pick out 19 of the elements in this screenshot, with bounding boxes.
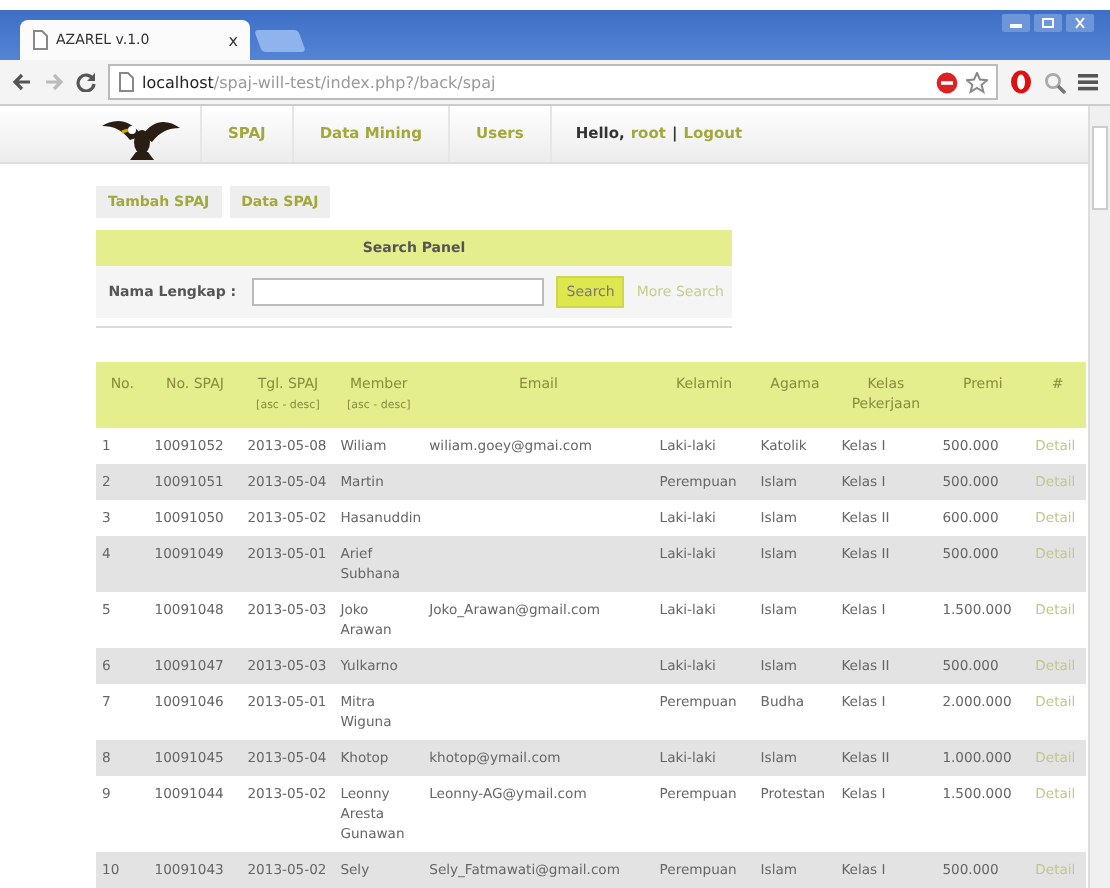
name-input-field[interactable]	[252, 278, 545, 306]
back-icon[interactable]	[12, 72, 32, 92]
star-icon[interactable]	[966, 71, 988, 93]
stop-sign-icon[interactable]	[936, 71, 958, 93]
page-icon	[118, 72, 134, 92]
magnifier-icon[interactable]	[1044, 71, 1066, 93]
close-icon[interactable]	[1066, 14, 1094, 32]
forward-icon[interactable]	[44, 72, 64, 92]
scrollbar[interactable]	[1088, 106, 1110, 888]
scrollbar-thumb[interactable]	[1092, 126, 1108, 210]
url-text: localhost/spaj-will-test/index.php?/back/spaj	[142, 73, 498, 91]
address-field[interactable]: localhost/spaj-will-test/index.php?/back/spaj	[108, 64, 998, 100]
close-tab-button[interactable]: x	[228, 31, 238, 49]
new-tab-button[interactable]	[254, 30, 306, 52]
page-icon	[32, 30, 48, 50]
maximize-icon[interactable]	[1034, 14, 1062, 32]
menu-icon[interactable]	[1078, 72, 1098, 92]
reload-icon[interactable]	[76, 72, 96, 92]
minimize-icon[interactable]	[1002, 14, 1030, 32]
